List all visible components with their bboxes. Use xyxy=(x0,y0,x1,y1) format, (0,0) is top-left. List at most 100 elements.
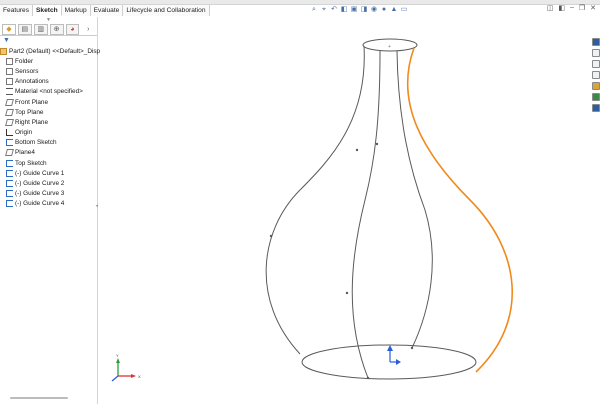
tree-item-label: Origin xyxy=(15,129,33,137)
filter-icon[interactable]: ▼ xyxy=(0,36,97,46)
custom-properties-icon[interactable] xyxy=(592,104,600,112)
file-explorer-icon[interactable] xyxy=(592,71,600,79)
sketch-icon xyxy=(6,200,13,208)
tree-item-label: Plane4 xyxy=(15,149,35,157)
material-icon xyxy=(6,88,13,96)
sketch-icon xyxy=(6,190,13,198)
library-icon[interactable] xyxy=(592,60,600,68)
tree-item-guide-curve-4[interactable]: (-) Guide Curve 4 xyxy=(0,199,97,209)
configuration-manager-tab-icon[interactable]: ▥ xyxy=(33,23,48,35)
plane-icon xyxy=(5,108,14,116)
guide-curve-3[interactable] xyxy=(396,50,433,349)
tree-item-label: Annotations xyxy=(15,78,49,86)
tree-item-label: Top Sketch xyxy=(15,159,47,167)
home-icon[interactable] xyxy=(592,49,600,57)
tree-item-origin[interactable]: Origin xyxy=(0,128,97,138)
view-orientation-icon[interactable]: ▣ xyxy=(350,6,358,14)
tree-item-label: Material <not specified> xyxy=(15,88,83,96)
maximize-icon[interactable]: ❐ xyxy=(579,4,585,12)
tree-item-guide-curve-2[interactable]: (-) Guide Curve 2 xyxy=(0,178,97,188)
display-manager-tab-icon[interactable]: ◕ xyxy=(65,23,80,35)
sketch-icon xyxy=(6,159,13,167)
guide-curve-2[interactable] xyxy=(351,50,381,379)
tree-item-guide-curve-3[interactable]: (-) Guide Curve 3 xyxy=(0,189,97,199)
folder-icon xyxy=(6,57,13,65)
command-manager-tabs: Features Sketch Markup Evaluate Lifecycl… xyxy=(0,5,210,16)
feature-manager-tab-icon[interactable]: ◆ xyxy=(2,23,16,35)
manager-tabs: ◆ ▤ ▥ ⊕ ◕ › xyxy=(0,23,97,36)
tab-evaluate[interactable]: Evaluate xyxy=(90,5,124,16)
triad-y-label: Y xyxy=(116,353,119,358)
top-center-marker: + xyxy=(388,44,391,50)
resources-icon[interactable] xyxy=(592,38,600,46)
plane-icon xyxy=(5,118,14,126)
appearance-icon[interactable]: ● xyxy=(380,6,388,14)
sketch-icon xyxy=(6,180,13,188)
tree-item-label: Folder xyxy=(15,57,34,65)
window-controls: ◫ ◧ – ❐ ✕ xyxy=(547,4,596,12)
zoom-area-icon[interactable]: ⌖ xyxy=(320,6,328,14)
annotations-icon xyxy=(6,78,13,86)
plane-icon xyxy=(5,98,14,106)
sensor-icon xyxy=(6,67,13,75)
reference-triad-icon: Y X xyxy=(111,353,141,382)
tab-sketch[interactable]: Sketch xyxy=(33,5,62,16)
tree-item-guide-curve-1[interactable]: (-) Guide Curve 1 xyxy=(0,168,97,178)
tree-item-label: (-) Guide Curve 1 xyxy=(15,169,65,177)
tree-item-annotations[interactable]: Annotations xyxy=(0,77,97,87)
hide-show-icon[interactable]: ◉ xyxy=(370,6,378,14)
panel-splitter-icon[interactable]: ◂ xyxy=(95,203,98,209)
tree-item-part[interactable]: Part2 (Default) <<Default>_Disp xyxy=(0,46,101,56)
tree-item-folder[interactable]: Folder xyxy=(0,56,97,66)
tree-item-plane4[interactable]: Plane4 xyxy=(0,148,97,158)
view-settings-icon[interactable]: ▭ xyxy=(400,6,408,14)
graphics-area[interactable]: + Y X xyxy=(99,17,592,404)
part-icon xyxy=(0,47,7,55)
feature-manager-panel: ▼ ◆ ▤ ▥ ⊕ ◕ › ▼ Part2 (Default) <<Defaul… xyxy=(0,17,101,404)
tree-item-material[interactable]: Material <not specified> xyxy=(0,87,97,97)
tree-item-bottom-sketch[interactable]: Bottom Sketch xyxy=(0,138,97,148)
tree-item-top-sketch[interactable]: Top Sketch xyxy=(0,158,97,168)
tree-item-sensors[interactable]: Sensors xyxy=(0,66,97,76)
horizontal-scrollbar[interactable] xyxy=(10,397,68,399)
task-pane xyxy=(592,38,600,112)
more-tabs-icon[interactable]: › xyxy=(81,24,95,35)
scene-icon[interactable]: ▲ xyxy=(390,6,398,14)
zoom-to-fit-icon[interactable]: ⌕ xyxy=(310,6,318,14)
tree-item-label: (-) Guide Curve 2 xyxy=(15,180,65,188)
sketch-geometry: + Y X xyxy=(111,38,514,382)
close-icon[interactable]: ✕ xyxy=(590,4,596,12)
guide-curve-1[interactable] xyxy=(265,45,365,355)
dimxpert-tab-icon[interactable]: ⊕ xyxy=(49,23,64,35)
origin-icon xyxy=(6,129,13,137)
tab-markup[interactable]: Markup xyxy=(61,5,91,16)
tab-features[interactable]: Features xyxy=(0,5,34,16)
tile-icon[interactable]: ◧ xyxy=(558,4,565,12)
heads-up-view-toolbar: ⌕ ⌖ ↶ ◧ ▣ ◨ ◉ ● ▲ ▭ xyxy=(310,5,408,15)
guide-curve-4[interactable] xyxy=(406,47,514,373)
tab-lifecycle[interactable]: Lifecycle and Collaboration xyxy=(123,5,210,16)
tree-item-label: Sensors xyxy=(15,67,39,75)
minimize-icon[interactable]: – xyxy=(570,4,574,12)
display-style-icon[interactable]: ◨ xyxy=(360,6,368,14)
tree-item-label: Top Plane xyxy=(15,108,44,116)
section-view-icon[interactable]: ◧ xyxy=(340,6,348,14)
tree-item-top-plane[interactable]: Top Plane xyxy=(0,107,97,117)
triad-x-label: X xyxy=(138,374,141,379)
sketch-icon xyxy=(6,169,13,177)
plane-icon xyxy=(5,149,14,157)
tree-item-label: Part2 (Default) <<Default>_Disp xyxy=(9,47,101,55)
tree-item-front-plane[interactable]: Front Plane xyxy=(0,97,97,107)
tree-item-right-plane[interactable]: Right Plane xyxy=(0,117,97,127)
feature-tree: Part2 (Default) <<Default>_Disp Folder S… xyxy=(0,46,101,209)
property-manager-tab-icon[interactable]: ▤ xyxy=(17,23,32,35)
tree-item-label: Bottom Sketch xyxy=(15,139,57,147)
tree-item-label: Front Plane xyxy=(15,98,49,106)
tree-item-label: Right Plane xyxy=(15,118,49,126)
restore-icon[interactable]: ◫ xyxy=(547,4,554,12)
previous-view-icon[interactable]: ↶ xyxy=(330,6,338,14)
sketch-icon xyxy=(6,139,13,147)
tree-item-label: (-) Guide Curve 3 xyxy=(15,190,65,198)
palette-icon[interactable] xyxy=(592,82,600,90)
appearances-icon[interactable] xyxy=(592,93,600,101)
